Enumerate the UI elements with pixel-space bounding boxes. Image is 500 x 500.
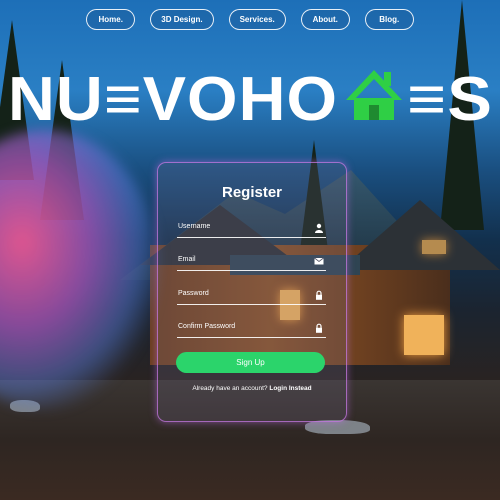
email-label: Email [178,256,196,263]
user-icon [315,223,323,233]
confirm-password-field[interactable]: Confirm Password [177,321,326,338]
username-label: Username [178,223,211,230]
rock [305,420,370,434]
password-field[interactable]: Password [177,288,326,305]
top-nav: Home. 3D Design. Services. About. Blog. [0,9,500,30]
lock-icon [316,323,322,333]
login-prompt-text: Already have an account? [192,385,268,392]
lock-icon [316,290,322,300]
login-prompt: Already have an account? Login Instead [158,385,346,392]
window [422,240,446,254]
sign-up-button[interactable]: Sign Up [176,352,325,373]
brand-logo[interactable]: NU≡VOHO ≡S [0,62,500,132]
nav-3d-design-button[interactable]: 3D Design. [150,9,214,30]
nav-services-button[interactable]: Services. [228,9,286,30]
email-field[interactable]: Email [177,254,326,271]
window [404,315,444,355]
password-label: Password [178,290,209,297]
color-glow [0,130,160,410]
house-icon [346,70,402,120]
login-instead-link[interactable]: Login Instead [269,385,311,392]
envelope-icon [314,257,324,265]
logo-text-end: ≡S [407,65,493,132]
nav-blog-button[interactable]: Blog. [364,9,414,30]
confirm-password-label: Confirm Password [178,323,236,330]
register-card: Register Username Email Password Confirm… [157,162,347,422]
username-field[interactable]: Username [177,221,326,238]
nav-home-button[interactable]: Home. [86,9,136,30]
logo-text-start: NU≡VOHO [8,65,338,132]
nav-about-button[interactable]: About. [300,9,350,30]
register-title: Register [221,184,283,201]
roof [340,200,500,270]
